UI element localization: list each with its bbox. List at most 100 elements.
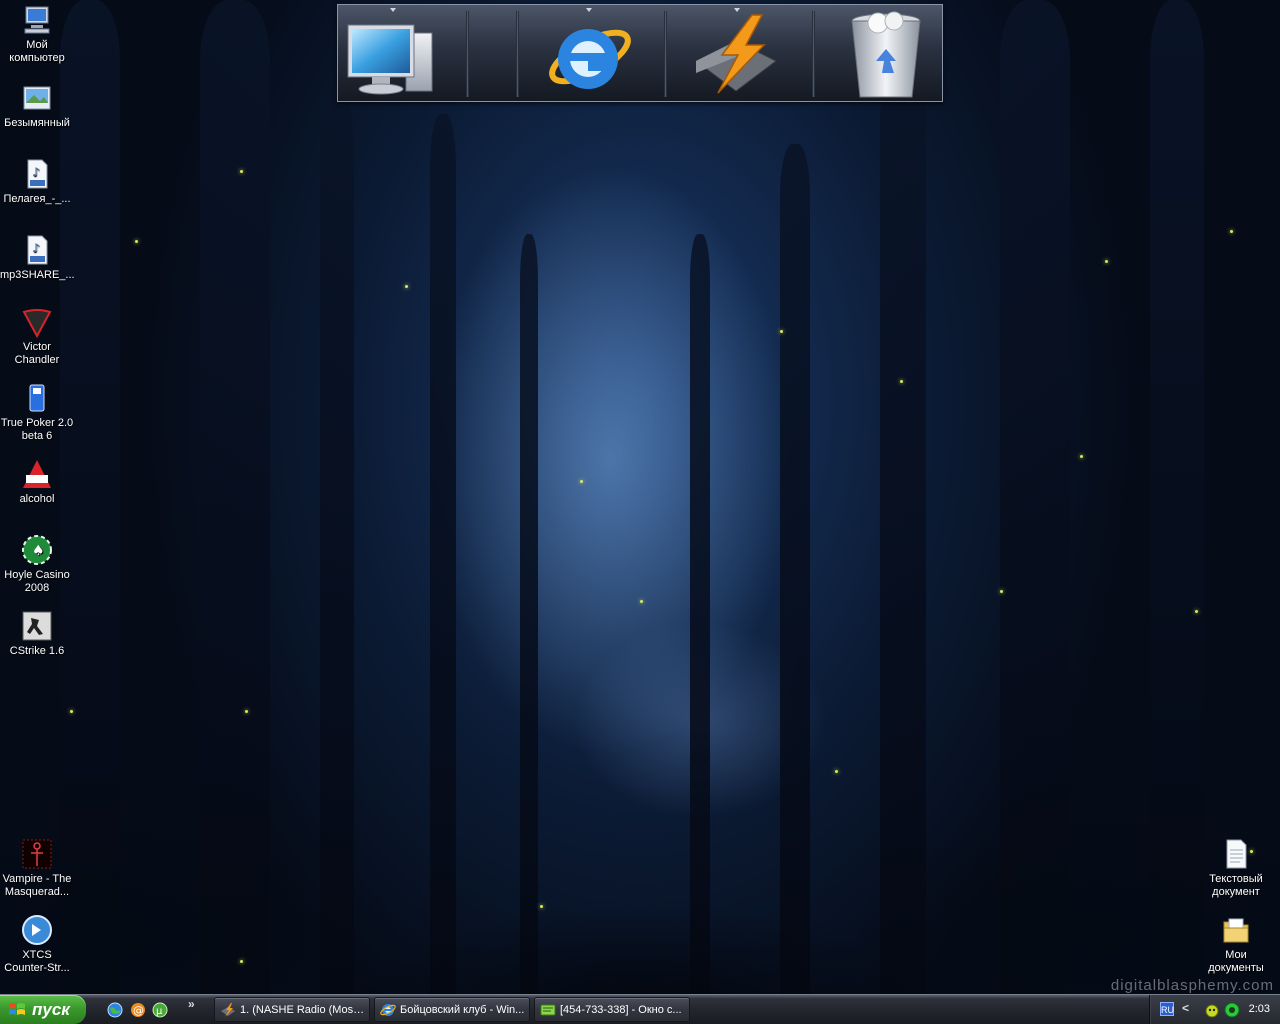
firefly [245,710,248,713]
desktop-icon-vampire[interactable]: Vampire - The Masquerad... [0,838,74,899]
dock-indicator [390,8,396,12]
my-computer-icon [24,6,50,34]
firefly [1195,610,1198,613]
task-button-label: [454-733-338] - Окно с... [560,1003,682,1016]
desktop[interactable]: digitalblasphemy.com Мой компьютер Безым… [0,0,1280,994]
firefly [1105,260,1108,263]
image-file-icon [23,86,51,110]
desktop-icon-label: CStrike 1.6 [9,645,65,657]
task-button-icq-chat[interactable]: [454-733-338] - Окно с... [534,997,690,1022]
firefly [1000,590,1003,593]
firefly [640,600,643,603]
desktop-icon-mp3-pelageya[interactable]: ♪ Пелагея_-_... [0,158,74,206]
task-button-label: Бойцовский клуб - Win... [400,1003,525,1016]
quick-launch-overflow-button[interactable]: » [188,997,195,1011]
dock-item-recycle-bin[interactable] [838,11,934,101]
mail-at-icon[interactable]: @ [130,1002,146,1018]
desktop-icon-label: Мой компьютер [9,39,65,64]
clock[interactable]: 2:03 [1249,1003,1270,1015]
svg-text:♠: ♠ [32,543,45,559]
dock-separator [466,11,469,97]
xtcs-icon [22,915,52,945]
firefly [900,380,903,383]
vampire-game-icon [22,839,52,869]
winamp-icon [695,14,777,94]
mp3-file-icon: ♪ [27,159,48,189]
desktop-icon-my-documents[interactable]: Мои документы [1199,914,1273,975]
icq-chat-icon [540,1004,556,1015]
start-label: пуск [32,999,70,1019]
desktop-icon-label: Мои документы [1208,949,1264,974]
text-document-icon [1226,839,1247,869]
alcohol-120-icon [23,460,51,488]
counter-strike-icon [22,611,52,641]
desktop-icon-unnamed-image[interactable]: Безымянный [0,82,74,130]
dock-item-winamp[interactable] [688,8,784,101]
firefly [580,480,583,483]
icq-status-icon[interactable] [1224,1002,1240,1018]
desktop-icon-text-document[interactable]: Текстовый документ [1199,838,1273,899]
language-indicator[interactable]: RU [1160,1002,1174,1016]
desktop-icon-label: alcohol [19,493,55,505]
firefly [1230,230,1233,233]
firefly [240,170,243,173]
task-button-label: 1. (NASHE Radio (Mosc... [240,1003,368,1016]
internet-explorer-icon [380,1003,396,1016]
utorrent-icon[interactable]: µ [152,1002,168,1018]
desktop-icon-my-computer[interactable]: Мой компьютер [0,4,74,65]
hoyle-casino-icon: ♠ [22,535,52,565]
desktop-icon-label: mp3SHARE_... [0,269,75,281]
show-hidden-icons-button[interactable]: < [1182,1001,1189,1015]
desktop-icon-cstrike[interactable]: CStrike 1.6 [0,610,74,658]
firefly [70,710,73,713]
svg-text:♪: ♪ [32,165,40,179]
true-poker-icon [29,384,45,412]
desktop-icon-label: XTCS Counter-Str... [4,949,70,974]
browser-globe-icon[interactable] [107,1002,123,1018]
desktop-icon-label: Hoyle Casino 2008 [4,569,70,594]
firefly [780,330,783,333]
task-button-internet-explorer[interactable]: Бойцовский клуб - Win... [374,997,530,1022]
dock-separator [516,11,519,97]
desktop-icon-alcohol[interactable]: alcohol [0,458,74,506]
desktop-icon-label: Пелагея_-_... [3,193,71,205]
firefly [1080,455,1083,458]
undergrowth [0,574,1280,994]
windows-flag-icon [9,1002,25,1015]
victor-chandler-icon [22,309,52,338]
dock-separator [812,11,815,97]
dock-indicator [734,8,740,12]
desktop-icon-label: Безымянный [4,117,70,129]
task-button-winamp[interactable]: 1. (NASHE Radio (Mosc... [214,997,370,1022]
start-button[interactable]: пуск [0,995,86,1024]
svg-text:♪: ♪ [32,241,40,255]
monitor-icon [347,24,433,95]
desktop-icon-label: True Poker 2.0 beta 6 [0,417,74,442]
desktop-icon-victor-chandler[interactable]: Victor Chandler [0,306,74,367]
svg-text:@: @ [133,1004,144,1017]
mp3-file-icon: ♪ [27,235,48,265]
internet-explorer-icon [549,29,631,89]
firefly [835,770,838,773]
firefly [240,960,243,963]
winamp-icon [221,1002,235,1017]
dock-item-internet-explorer[interactable] [540,8,636,101]
firefly [405,285,408,288]
icon-dock [337,4,943,102]
firefly [135,240,138,243]
dock-separator [664,11,667,97]
tray-app-icon[interactable] [1204,1002,1220,1018]
desktop-icon-true-poker[interactable]: True Poker 2.0 beta 6 [0,382,74,443]
desktop-icon-label: Текстовый документ [1209,873,1263,898]
svg-text:µ: µ [156,1006,163,1017]
my-documents-folder-icon [1223,918,1249,943]
recycle-bin-icon [851,11,921,98]
desktop-icon-mp3share[interactable]: ♪ mp3SHARE_... [0,234,75,282]
system-tray: RU < 2:03 [1149,995,1280,1024]
desktop-icon-label: Victor Chandler [14,341,60,366]
desktop-icon-hoyle-casino[interactable]: ♠ Hoyle Casino 2008 [0,534,74,595]
taskbar: пуск @ µ » 1. (NASHE Radio (Mosc... Бойц… [0,994,1280,1024]
dock-indicator [586,8,592,12]
desktop-icon-xtcs[interactable]: XTCS Counter-Str... [0,914,74,975]
dock-item-my-computer[interactable] [344,8,440,101]
